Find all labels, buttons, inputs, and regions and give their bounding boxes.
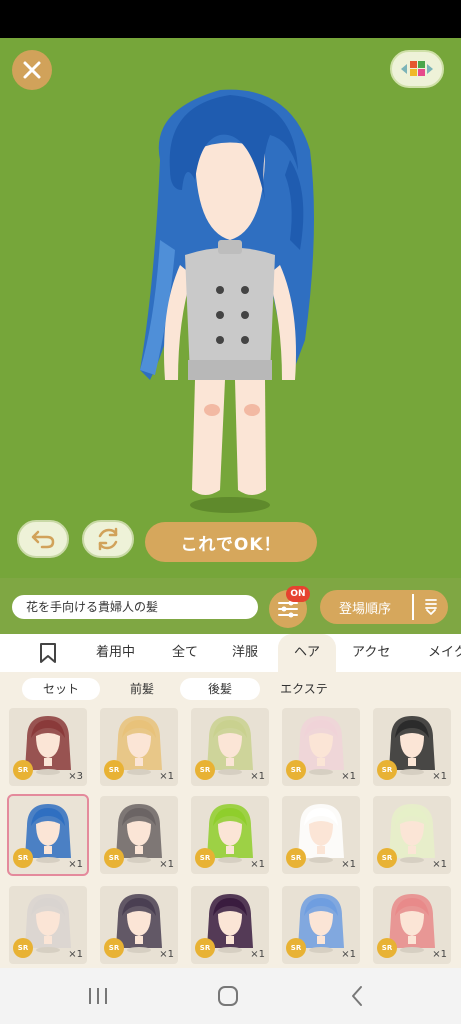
subtab-back-hair[interactable]: 後髪 [180,678,260,700]
avatar-stage: これでOK！ [0,38,461,578]
rarity-badge: SR [13,938,33,958]
hair-item-card[interactable]: SR ×1 [282,708,360,786]
undo-icon [31,530,55,549]
hair-item-card[interactable]: SR ×1 [100,796,178,874]
subtab-extensions[interactable]: エクステ [268,678,340,700]
recent-apps-icon [89,988,107,1004]
category-tabs: 着用中 全て 洋服 ヘア アクセ メイク [0,634,461,672]
owned-count: ×1 [68,859,83,870]
subtab-bangs[interactable]: 前髪 [112,678,172,700]
avatar-figure [140,89,314,513]
hair-item-card[interactable]: SR ×1 [373,886,451,964]
sort-label: 登場順序 [339,601,392,617]
recent-apps-button[interactable] [78,982,118,1010]
shuffle-icon [98,527,118,551]
tab-makeup[interactable]: メイク [428,634,461,672]
status-bar [0,0,461,38]
tab-accessory[interactable]: アクセ [352,634,390,672]
home-icon [218,986,238,1006]
filter-on-badge: ON [286,586,310,602]
sort-divider [412,594,414,620]
hair-item-card[interactable]: SR ×1 [100,708,178,786]
rarity-badge: SR [13,760,33,780]
sort-icon[interactable] [424,598,438,616]
owned-count: ×1 [159,949,174,960]
rarity-badge: SR [377,848,397,868]
owned-count: ×1 [159,859,174,870]
owned-count: ×1 [250,771,265,782]
hair-item-card[interactable]: SR ×1 [373,708,451,786]
rarity-badge: SR [13,848,33,868]
owned-count: ×1 [68,949,83,960]
close-icon [23,61,41,79]
hair-item-card[interactable]: SR ×1 [191,796,269,874]
back-icon [352,986,362,1006]
tab-clothes[interactable]: 洋服 [232,634,258,672]
owned-count: ×1 [250,949,265,960]
undo-button[interactable] [17,520,69,558]
subtab-set[interactable]: セット [22,678,100,700]
owned-count: ×1 [341,949,356,960]
color-grid-icon [401,61,433,76]
rarity-badge: SR [104,848,124,868]
color-grid-button[interactable] [390,50,444,88]
home-button[interactable] [208,982,248,1010]
confirm-ok-button[interactable]: これでOK！ [145,522,317,562]
rarity-badge: SR [377,938,397,958]
owned-count: ×1 [432,771,447,782]
tab-hair[interactable]: ヘア [278,634,336,672]
rarity-badge: SR [195,848,215,868]
owned-count: ×1 [432,859,447,870]
hair-item-card[interactable]: SR ×1 [191,886,269,964]
system-nav-bar [0,968,461,1024]
rarity-badge: SR [286,938,306,958]
hair-item-card[interactable]: SR ×1 [100,886,178,964]
back-button[interactable] [337,982,377,1010]
owned-count: ×3 [68,771,83,782]
owned-count: ×1 [250,859,265,870]
sort-button[interactable]: 登場順序 [320,590,448,624]
close-button[interactable] [12,50,52,90]
rarity-badge: SR [195,760,215,780]
owned-count: ×1 [341,771,356,782]
rarity-badge: SR [104,938,124,958]
bookmark-icon[interactable] [38,642,58,664]
rarity-badge: SR [286,760,306,780]
rarity-badge: SR [286,848,306,868]
hair-item-card[interactable]: SR ×1 [9,886,87,964]
tab-all[interactable]: 全て [172,634,198,672]
shuffle-button[interactable] [82,520,134,558]
hair-sub-tabs: セット 前髪 後髪 エクステ [0,672,461,706]
hair-item-card[interactable]: SR ×1 [7,794,89,876]
hair-item-card[interactable]: SR ×1 [282,886,360,964]
hair-item-card[interactable]: SR ×1 [373,796,451,874]
owned-count: ×1 [341,859,356,870]
hair-item-card[interactable]: SR ×1 [191,708,269,786]
hair-item-card[interactable]: SR ×3 [9,708,87,786]
rarity-badge: SR [104,760,124,780]
item-grid: SR ×3 SR ×1 SR ×1 SR ×1 SR ×1 SR ×1 SR ×1 SR ×1 SR ×1 SR ×1… [0,706,461,968]
sliders-icon [278,600,298,618]
owned-count: ×1 [159,771,174,782]
tab-wearing[interactable]: 着用中 [96,634,135,672]
rarity-badge: SR [377,760,397,780]
item-name-field: 花を手向ける貴婦人の髪 [12,595,258,619]
hair-item-card[interactable]: SR ×1 [282,796,360,874]
owned-count: ×1 [432,949,447,960]
rarity-badge: SR [195,938,215,958]
